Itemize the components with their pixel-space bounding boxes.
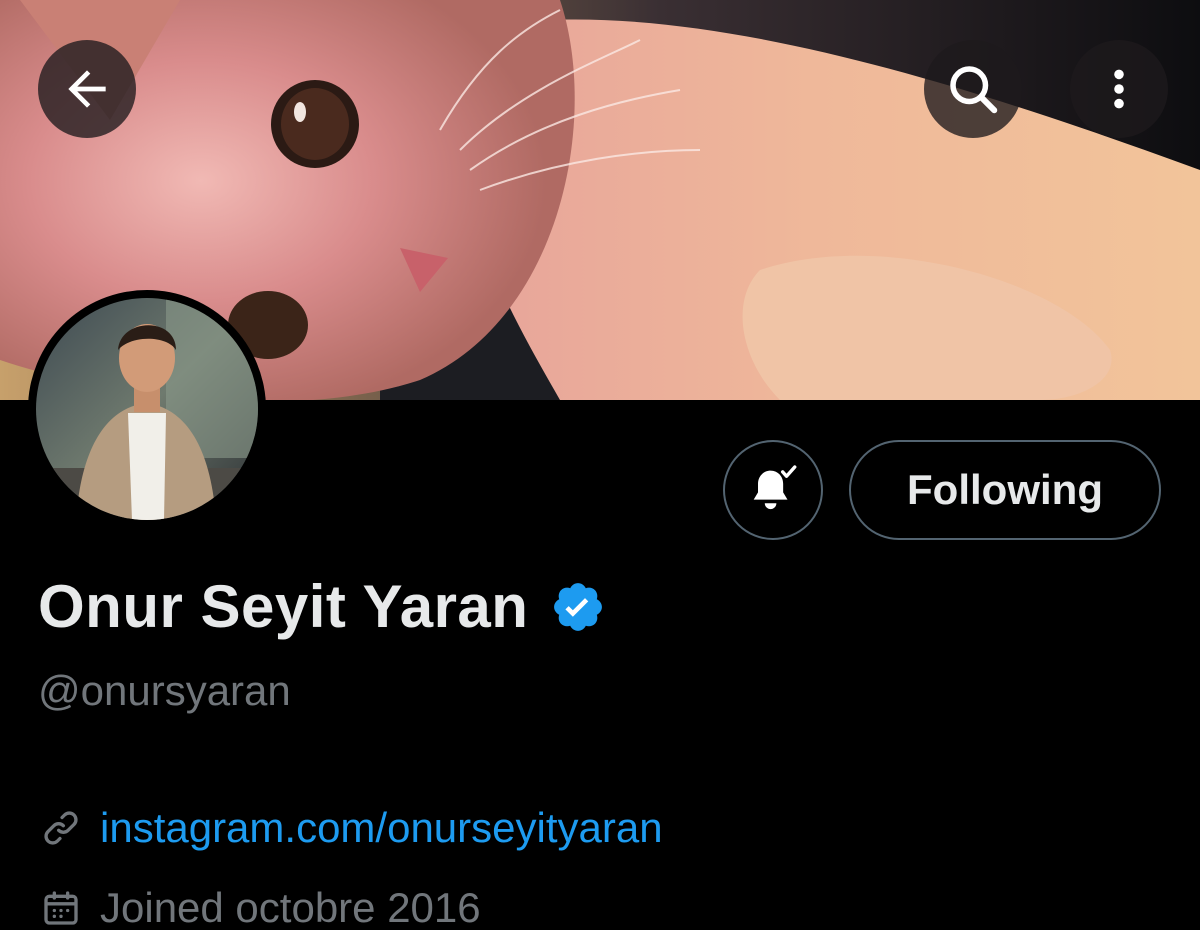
avatar-photo [36, 298, 258, 520]
bell-check-icon [753, 465, 797, 510]
verified-badge-icon[interactable] [550, 579, 606, 635]
name-row: Onur Seyit Yaran [38, 572, 606, 642]
following-button[interactable]: Following [849, 440, 1161, 540]
search-button[interactable] [924, 40, 1022, 138]
calendar-icon [38, 885, 84, 930]
joined-date: Joined octobre 2016 [100, 884, 481, 930]
search-icon [950, 66, 998, 114]
user-handle: @onursyaran [38, 667, 291, 714]
back-button[interactable] [38, 40, 136, 138]
notifications-button[interactable] [723, 440, 823, 540]
link-icon [38, 805, 84, 851]
profile-avatar[interactable] [28, 290, 266, 528]
profile-website-link[interactable]: instagram.com/onurseyityaran [100, 804, 663, 852]
joined-date-row: Joined octobre 2016 [38, 884, 481, 930]
profile-link-row: instagram.com/onurseyityaran [38, 804, 663, 852]
more-vertical-icon [1114, 69, 1124, 109]
more-options-button[interactable] [1070, 40, 1168, 138]
arrow-left-icon [68, 70, 106, 108]
profile-page: Following Onur Seyit Yaran @onursyaran i… [0, 0, 1200, 930]
display-name: Onur Seyit Yaran [38, 573, 529, 640]
